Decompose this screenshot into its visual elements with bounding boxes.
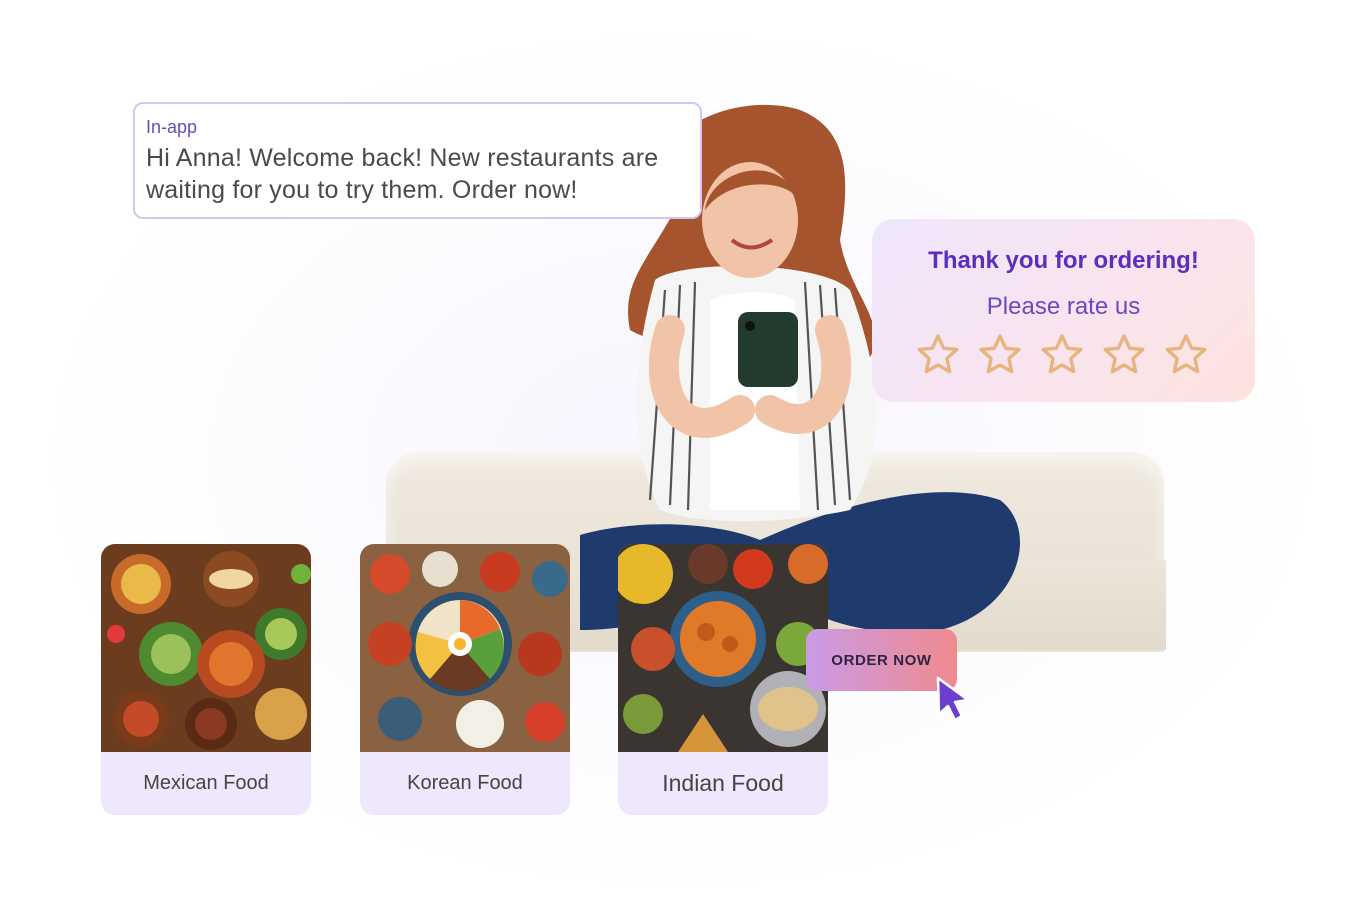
food-card-label: Korean Food xyxy=(407,772,523,794)
star-icon[interactable] xyxy=(1040,333,1084,377)
food-card-mexican[interactable]: Mexican Food xyxy=(101,544,311,815)
food-card-label: Indian Food xyxy=(662,770,784,796)
in-app-message-line-1: Hi Anna! Welcome back! New restaurants a… xyxy=(146,144,659,172)
star-icon[interactable] xyxy=(1102,333,1146,377)
food-image-mexican xyxy=(101,544,311,752)
food-image-indian xyxy=(618,544,828,752)
in-app-message: In-app Hi Anna! Welcome back! New restau… xyxy=(133,102,702,219)
food-image-korean xyxy=(360,544,570,752)
in-app-message-text: Hi Anna! Welcome back! New restaurants a… xyxy=(146,142,688,206)
cursor-icon xyxy=(936,676,970,722)
star-icon[interactable] xyxy=(978,333,1022,377)
rating-title: Thank you for ordering! xyxy=(928,247,1199,274)
rating-subtitle: Please rate us xyxy=(986,293,1141,320)
in-app-label: In-app xyxy=(146,117,198,137)
star-icon[interactable] xyxy=(1164,333,1208,377)
food-card-indian[interactable]: Indian Food xyxy=(618,544,828,815)
food-card-korean[interactable]: Korean Food xyxy=(360,544,570,815)
food-card-label: Mexican Food xyxy=(143,772,269,794)
star-icon[interactable] xyxy=(916,333,960,377)
in-app-message-line-2: waiting for you to try them. Order now! xyxy=(146,176,578,204)
rating-card: Thank you for ordering! Please rate us xyxy=(872,219,1255,402)
